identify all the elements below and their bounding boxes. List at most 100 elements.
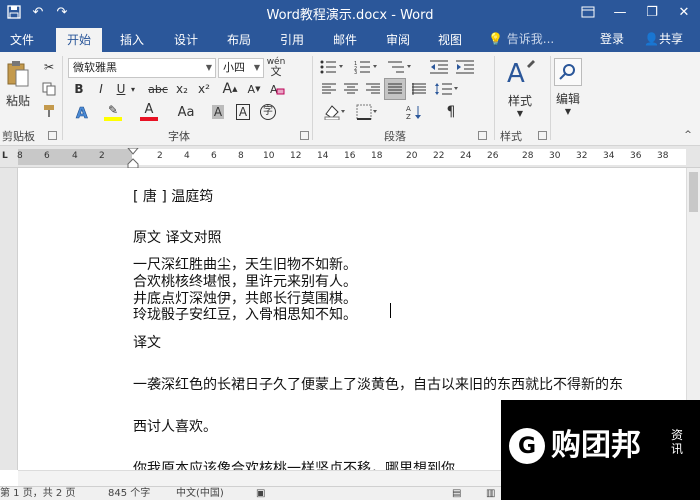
chevron-down-icon[interactable]: ▼ <box>560 106 576 116</box>
share-button[interactable]: 👤共享 <box>644 28 683 50</box>
character-border-icon[interactable]: A <box>234 102 252 122</box>
chevron-down-icon[interactable]: ▼ <box>512 108 528 118</box>
align-center-icon[interactable] <box>342 80 360 98</box>
subscript-button[interactable]: x₂ <box>172 80 192 98</box>
scroll-thumb[interactable] <box>689 172 698 212</box>
paragraph-launcher-icon[interactable] <box>478 131 487 140</box>
ruler-tick: 20 <box>406 151 418 161</box>
minimize-icon[interactable]: — <box>604 0 636 24</box>
collapse-ribbon-icon[interactable]: ^ <box>680 128 696 142</box>
sort-icon[interactable]: AZ <box>404 102 430 122</box>
web-layout-icon[interactable]: ▥ <box>486 487 495 500</box>
decrease-indent-icon[interactable] <box>428 58 450 76</box>
text-effects-icon[interactable]: A <box>72 102 94 122</box>
font-size-dropdown[interactable]: 小四 ▼ <box>218 58 264 78</box>
show-marks-icon[interactable]: ¶ <box>440 102 462 122</box>
tell-me-box[interactable]: 💡 告诉我... <box>488 28 554 50</box>
group-divider <box>494 56 495 140</box>
ruler-tick: 2 <box>157 151 163 161</box>
macro-record-icon[interactable]: ▣ <box>256 487 265 500</box>
font-color-button[interactable]: A <box>138 102 160 122</box>
language-indicator[interactable]: 中文(中国) <box>176 487 224 500</box>
bullets-icon[interactable] <box>318 58 346 76</box>
font-launcher-icon[interactable] <box>300 131 309 140</box>
tab-design[interactable]: 设计 <box>164 28 208 52</box>
cut-icon[interactable]: ✂ <box>40 58 58 76</box>
sign-in-link[interactable]: 登录 <box>600 28 624 50</box>
shading-icon[interactable] <box>322 102 348 122</box>
tab-review[interactable]: 审阅 <box>376 28 420 52</box>
ribbon-display-icon[interactable] <box>572 0 604 24</box>
ruler-tick: 4 <box>72 151 78 161</box>
page-count[interactable]: 第 1 页，共 2 页 <box>0 487 75 500</box>
search-icon[interactable] <box>554 58 582 86</box>
tab-insert[interactable]: 插入 <box>110 28 154 52</box>
numbering-icon[interactable]: 123 <box>352 58 380 76</box>
justify-icon[interactable] <box>384 78 406 100</box>
ruler-tick: 8 <box>17 151 23 161</box>
paste-icon[interactable] <box>4 58 32 90</box>
chevron-down-icon[interactable]: ▾ <box>128 80 138 98</box>
styles-icon[interactable]: A <box>502 58 538 88</box>
tab-view[interactable]: 视图 <box>428 28 472 52</box>
font-name-dropdown[interactable]: 微软雅黑 ▼ <box>68 58 216 78</box>
title-bar: ↶ ↷ Word教程演示.docx - Word — ❐ ✕ <box>0 0 700 24</box>
tab-mailings[interactable]: 邮件 <box>323 28 367 52</box>
grow-font-button[interactable]: A ▲ <box>220 80 240 98</box>
copy-icon[interactable] <box>40 80 58 98</box>
highlight-color-button[interactable]: ✎ <box>102 102 124 122</box>
phonetic-guide-icon[interactable]: wén 文 <box>266 56 286 78</box>
poem-line: 玲珑骰子安红豆，入骨相思知不知。 <box>133 307 357 323</box>
text-cursor <box>390 303 391 318</box>
italic-button[interactable]: I <box>94 80 108 98</box>
clear-formatting-icon[interactable]: A <box>268 80 286 98</box>
strikethrough-button[interactable]: abc <box>146 80 170 98</box>
logo-letter: G <box>517 433 537 459</box>
ruler-tick: 28 <box>522 151 534 161</box>
styles-group-label: 样式 <box>500 130 522 143</box>
format-painter-icon[interactable] <box>40 102 58 120</box>
vertical-ruler[interactable] <box>0 168 18 470</box>
group-divider <box>62 56 63 140</box>
ribbon-home: 粘贴 ✂ 剪贴板 微软雅黑 ▼ 小四 ▼ wén 文 B I U ▾ abc x₂ x… <box>0 52 700 146</box>
underline-button[interactable]: U <box>114 80 128 98</box>
align-left-icon[interactable] <box>320 80 338 98</box>
change-case-button[interactable]: Aa <box>172 102 200 122</box>
ribbon-tabs: 文件 开始 插入 设计 布局 引用 邮件 审阅 视图 💡 告诉我... 登录 👤… <box>0 24 700 52</box>
horizontal-ruler[interactable]: L 8 6 4 2 2 4 6 8 10 12 14 16 18 20 22 2… <box>0 146 700 168</box>
superscript-button[interactable]: x² <box>194 80 214 98</box>
svg-text:A: A <box>406 105 411 113</box>
line-spacing-icon[interactable] <box>432 80 462 98</box>
font-color-label: A <box>144 102 154 117</box>
multilevel-list-icon[interactable] <box>386 58 414 76</box>
tab-references[interactable]: 引用 <box>270 28 314 52</box>
borders-icon[interactable] <box>354 102 380 122</box>
word-count[interactable]: 845 个字 <box>108 487 150 500</box>
print-layout-icon[interactable]: ▤ <box>452 487 461 500</box>
indent-marker-icon[interactable] <box>127 148 139 168</box>
enclose-characters-icon[interactable]: 字 <box>258 102 278 122</box>
increase-indent-icon[interactable] <box>454 58 476 76</box>
person-icon: 👤 <box>644 32 659 46</box>
styles-launcher-icon[interactable] <box>538 131 547 140</box>
group-divider <box>550 56 551 140</box>
align-right-icon[interactable] <box>364 80 382 98</box>
paste-button[interactable]: 粘贴 <box>4 92 32 108</box>
character-shading-icon[interactable]: A <box>210 102 226 122</box>
restore-icon[interactable]: ❐ <box>636 0 668 24</box>
clipboard-group-label: 剪贴板 <box>2 130 35 143</box>
clipboard-launcher-icon[interactable] <box>48 131 57 140</box>
tab-home[interactable]: 开始 <box>56 28 102 52</box>
bold-button[interactable]: B <box>72 80 86 98</box>
close-icon[interactable]: ✕ <box>668 0 700 24</box>
editing-button[interactable]: 编辑 <box>552 90 584 106</box>
tab-selector[interactable]: L <box>2 151 8 161</box>
tab-file[interactable]: 文件 <box>0 28 44 52</box>
ruler-tick: 26 <box>487 151 499 161</box>
distributed-icon[interactable] <box>410 80 428 98</box>
ruler-tick: 16 <box>344 151 356 161</box>
tab-layout[interactable]: 布局 <box>217 28 261 52</box>
styles-button[interactable]: 样式 <box>502 92 538 108</box>
paragraph-group-label: 段落 <box>384 130 406 143</box>
shrink-font-button[interactable]: A ▼ <box>244 80 264 98</box>
